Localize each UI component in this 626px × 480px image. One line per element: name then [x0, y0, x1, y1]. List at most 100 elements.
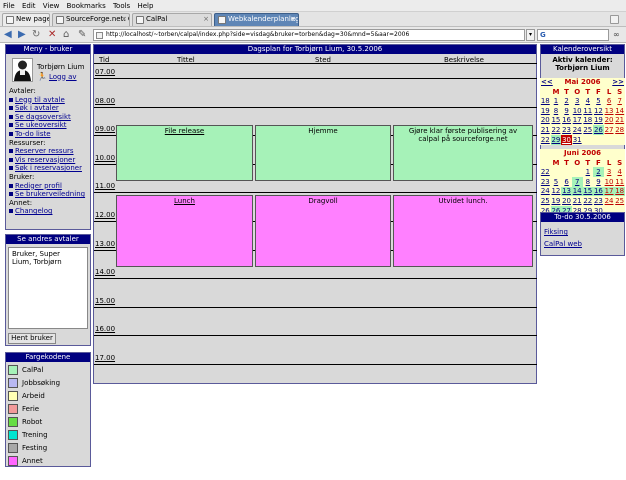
calendar-day[interactable]: 23: [593, 196, 604, 206]
calendar-day[interactable]: 20: [604, 116, 615, 126]
url-input[interactable]: http://localhost/~torben/calpal/index.ph…: [93, 29, 525, 41]
logout-link-wrap[interactable]: 🏃 Logg av: [37, 72, 77, 81]
logout-link[interactable]: Logg av: [49, 73, 77, 81]
calendar-day[interactable]: 29: [550, 135, 562, 145]
calendar-day[interactable]: 8: [583, 177, 594, 187]
fetch-user-button[interactable]: Hent bruker: [8, 333, 56, 344]
listbox-option[interactable]: Bruker, Super: [12, 250, 84, 258]
home-icon[interactable]: ⌂: [63, 29, 69, 40]
calendar-day[interactable]: 15: [551, 116, 562, 126]
trash-icon[interactable]: [610, 15, 619, 24]
calendar-day[interactable]: 11: [614, 177, 625, 187]
next-month-link[interactable]: >>: [612, 78, 624, 86]
calendar-day[interactable]: 4: [583, 96, 594, 106]
menu-item-se-ukeoversikt[interactable]: Se ukeoversikt: [9, 121, 90, 130]
stop-icon[interactable]: ✕: [48, 29, 56, 40]
calendar-day[interactable]: 24: [604, 196, 615, 206]
calendar-day[interactable]: 1: [583, 167, 594, 177]
week-number[interactable]: 20: [540, 116, 551, 126]
calendar-day[interactable]: 6: [604, 96, 615, 106]
calendar-day[interactable]: 25: [614, 196, 625, 206]
calendar-day[interactable]: 3: [604, 167, 615, 177]
calendar-day[interactable]: 21: [614, 116, 625, 126]
event-title-link[interactable]: File release: [165, 127, 204, 135]
calendar-day[interactable]: 10: [604, 177, 615, 187]
calendar-day[interactable]: 11: [583, 106, 594, 116]
calendar-day[interactable]: 9: [561, 106, 572, 116]
calendar-day[interactable]: 31: [572, 135, 583, 145]
todo-item-fiksing[interactable]: Fiksing: [544, 226, 621, 238]
calendar-day[interactable]: 14: [571, 186, 583, 197]
calendar-day[interactable]: 14: [614, 106, 625, 116]
pencil-icon[interactable]: ✎: [78, 29, 86, 40]
week-number[interactable]: 22: [540, 167, 551, 177]
menu-item-se-brukerveiledning[interactable]: Se brukerveiledning: [9, 190, 90, 199]
tab-calpal[interactable]: CalPal ×: [132, 13, 212, 26]
menu-item-sok-i-reservasjoner[interactable]: Søk i reservasjoner: [9, 164, 90, 173]
calendar-day[interactable]: 12: [551, 187, 562, 197]
menu-item-legg-til-avtale[interactable]: Legg til avtale: [9, 96, 90, 105]
week-number[interactable]: 22: [540, 135, 551, 145]
calendar-day[interactable]: 7: [614, 96, 625, 106]
week-number[interactable]: 21: [540, 125, 551, 135]
calendar-day[interactable]: 6: [561, 177, 572, 187]
calendar-day[interactable]: 30: [561, 135, 572, 145]
calendar-day[interactable]: 22: [583, 196, 594, 206]
week-number[interactable]: 25: [540, 196, 551, 206]
url-dropdown-button[interactable]: ▾: [526, 29, 535, 41]
calendar-day[interactable]: 4: [614, 167, 625, 177]
calendar-day[interactable]: 19: [593, 116, 604, 126]
calendar-day[interactable]: 22: [551, 125, 562, 135]
calendar-day[interactable]: 16: [593, 186, 604, 197]
menu-item-vis-reservasjoner[interactable]: Vis reservasjoner: [9, 156, 90, 165]
calendar-day[interactable]: 7: [571, 176, 583, 187]
tab-new-page[interactable]: New page: [2, 13, 50, 26]
reload-icon[interactable]: ↻: [32, 29, 40, 40]
menu-item-to-do-liste[interactable]: To-do liste: [9, 130, 90, 139]
menu-bookmarks[interactable]: Bookmarks: [64, 0, 108, 10]
calendar-day[interactable]: 8: [551, 106, 562, 116]
calendar-day[interactable]: 5: [593, 96, 604, 106]
menu-file[interactable]: File: [0, 0, 17, 10]
calendar-day[interactable]: 19: [551, 196, 562, 206]
menu-item-rediger-profil[interactable]: Rediger profil: [9, 182, 90, 191]
todo-item-calpal-web[interactable]: CalPal web: [544, 238, 621, 250]
calendar-day[interactable]: 21: [572, 196, 583, 206]
calendar-day[interactable]: 15: [582, 186, 594, 197]
user-listbox[interactable]: Bruker, Super Lium, Torbjørn: [8, 247, 88, 329]
calendar-day[interactable]: 20: [561, 196, 572, 206]
calendar-day[interactable]: 9: [593, 177, 604, 187]
menu-view[interactable]: View: [40, 0, 62, 10]
calendar-day[interactable]: 27: [604, 125, 615, 135]
menu-tools[interactable]: Tools: [110, 0, 132, 10]
back-icon[interactable]: ◀: [4, 29, 12, 40]
calendar-day[interactable]: 25: [583, 125, 594, 135]
calendar-day[interactable]: 18: [614, 186, 625, 197]
calendar-day[interactable]: 12: [593, 106, 604, 116]
listbox-option[interactable]: Lium, Torbjørn: [12, 258, 84, 266]
calendar-day[interactable]: 17: [603, 186, 615, 197]
calendar-day[interactable]: 13: [604, 106, 615, 116]
menu-item-sok-i-avtaler[interactable]: Søk i avtaler: [9, 104, 90, 113]
week-number[interactable]: 19: [540, 106, 551, 116]
tab-sourceforge[interactable]: SourceForge.net: Cal... ×: [52, 13, 130, 26]
calendar-day[interactable]: 5: [551, 177, 562, 187]
calendar-day[interactable]: 23: [561, 125, 572, 135]
calendar-day[interactable]: 13: [561, 186, 572, 197]
calendar-day[interactable]: 2: [593, 167, 604, 177]
close-icon[interactable]: ×: [121, 14, 127, 25]
event-lunch-title[interactable]: Lunch: [116, 195, 253, 267]
calendar-day[interactable]: 16: [561, 116, 572, 126]
menu-item-changelog[interactable]: Changelog: [9, 207, 90, 216]
binoculars-icon[interactable]: ∞: [613, 29, 620, 40]
calendar-day[interactable]: 24: [572, 125, 583, 135]
calendar-day[interactable]: 28: [614, 125, 625, 135]
calendar-day[interactable]: 17: [572, 116, 583, 126]
event-title-link[interactable]: Lunch: [174, 197, 195, 205]
forward-icon[interactable]: ▶: [18, 29, 26, 40]
menu-item-reserver-ressurs[interactable]: Reserver ressurs: [9, 147, 90, 156]
event-file-release-title[interactable]: File release: [116, 125, 253, 181]
tab-webkalender[interactable]: Webkalenderplanleg... ×: [214, 13, 299, 26]
week-number[interactable]: 24: [540, 187, 551, 197]
calendar-day[interactable]: 10: [572, 106, 583, 116]
